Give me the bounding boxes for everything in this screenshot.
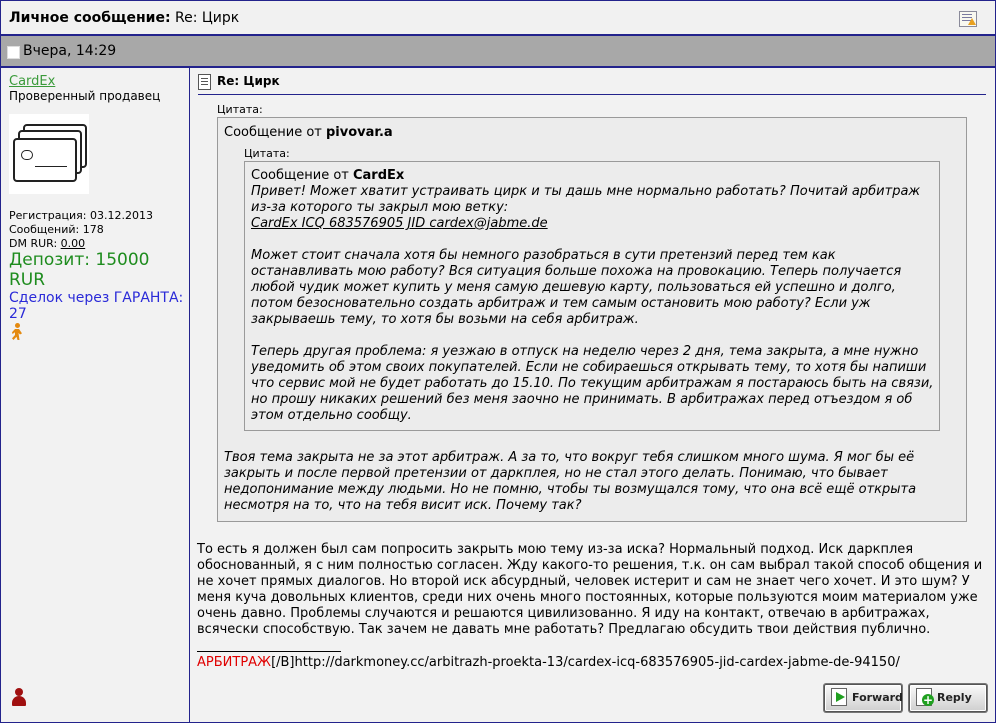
forward-label: Forward	[852, 691, 903, 704]
card-line	[35, 166, 67, 167]
nested-quote-para3: Теперь другая проблема: я уезжаю в отпус…	[251, 344, 934, 423]
forward-icon	[831, 688, 847, 706]
title-subject: Re: Цирк	[175, 10, 240, 26]
post-subject: Re: Цирк	[217, 74, 280, 88]
reply-label: Reply	[937, 691, 972, 704]
quote-label: Цитата:	[244, 147, 290, 160]
nested-quote-author: Сообщение от CardEx	[251, 168, 404, 183]
nested-quote-para2: Может стоит сначала хотя бы немного разо…	[251, 248, 902, 327]
quote-from-name: pivovar.a	[325, 125, 393, 140]
quote-block: Сообщение от pivovar.a Цитата: Сообщение…	[217, 117, 967, 522]
signature-url[interactable]: [/B]http://darkmoney.cc/arbitrazh-proekt…	[271, 655, 900, 670]
quote-body: Твоя тема закрыта не за этот арбитраж. А…	[224, 450, 917, 513]
user-offline-icon	[11, 688, 27, 706]
nested-quote-body: Привет! Может хватит устраивать цирк и т…	[251, 184, 941, 440]
reply-icon	[916, 688, 934, 706]
checkbox-icon[interactable]	[7, 46, 20, 59]
nested-quote-para: Привет! Может хватит устраивать цирк и т…	[251, 184, 941, 232]
signature-divider	[197, 651, 341, 652]
nested-quote-block: Сообщение от CardEx Привет! Может хватит…	[244, 161, 940, 431]
signature-red: АРБИТРАЖ	[197, 655, 272, 670]
post-body: То есть я должен был сам попросить закры…	[197, 542, 983, 637]
post-date: Вчера, 14:29	[23, 43, 117, 59]
post-subject-bar: Re: Цирк	[198, 74, 986, 95]
forward-button[interactable]: Forward	[824, 684, 903, 712]
card-chip	[21, 150, 33, 160]
author-registration: Регистрация: 03.12.2013	[9, 209, 153, 222]
quote-author: Сообщение от pivovar.a	[224, 125, 393, 140]
author-dm: DM RUR: 0.00	[9, 237, 85, 250]
quote-from-prefix: Сообщение от	[224, 125, 326, 140]
quote-from-prefix: Сообщение от	[251, 168, 353, 183]
avatar	[9, 114, 89, 194]
post-date-bar: Вчера, 14:29	[1, 36, 995, 68]
message-window: Личное сообщение: Re: Цирк Вчера, 14:29 …	[0, 0, 996, 723]
author-garant-deals: Сделок через ГАРАНТА: 27	[9, 290, 184, 322]
signature: АРБИТРАЖ[/B]http://darkmoney.cc/arbitraz…	[197, 655, 900, 670]
runner-icon	[10, 323, 24, 341]
dm-value[interactable]: 0.00	[61, 237, 86, 250]
report-icon[interactable]	[959, 11, 977, 27]
post-content: Re: Цирк Цитата: Сообщение от pivovar.a …	[190, 68, 995, 722]
arbitrage-link[interactable]: CardEx ICQ 683576905 JID cardex@jabme.de	[251, 216, 548, 231]
author-sidebar: CardEx Проверенный продавец Регистрация:…	[1, 68, 190, 722]
page-title: Личное сообщение: Re: Цирк	[9, 10, 239, 26]
card-graphic	[13, 138, 77, 182]
title-bar: Личное сообщение: Re: Цирк	[1, 1, 995, 36]
dm-label: DM RUR:	[9, 237, 61, 250]
nested-quote-para1: Привет! Может хватит устраивать цирк и т…	[251, 184, 921, 215]
quote-label: Цитата:	[217, 103, 263, 116]
document-icon	[198, 74, 211, 90]
author-name-link[interactable]: CardEx	[9, 74, 55, 89]
quote-from-name: CardEx	[352, 168, 405, 183]
title-label: Личное сообщение:	[9, 10, 171, 26]
author-deposit: Депозит: 15000 RUR	[9, 250, 150, 290]
reply-button[interactable]: Reply	[909, 684, 987, 712]
author-messages: Сообщений: 178	[9, 223, 104, 236]
author-role: Проверенный продавец	[9, 89, 161, 103]
